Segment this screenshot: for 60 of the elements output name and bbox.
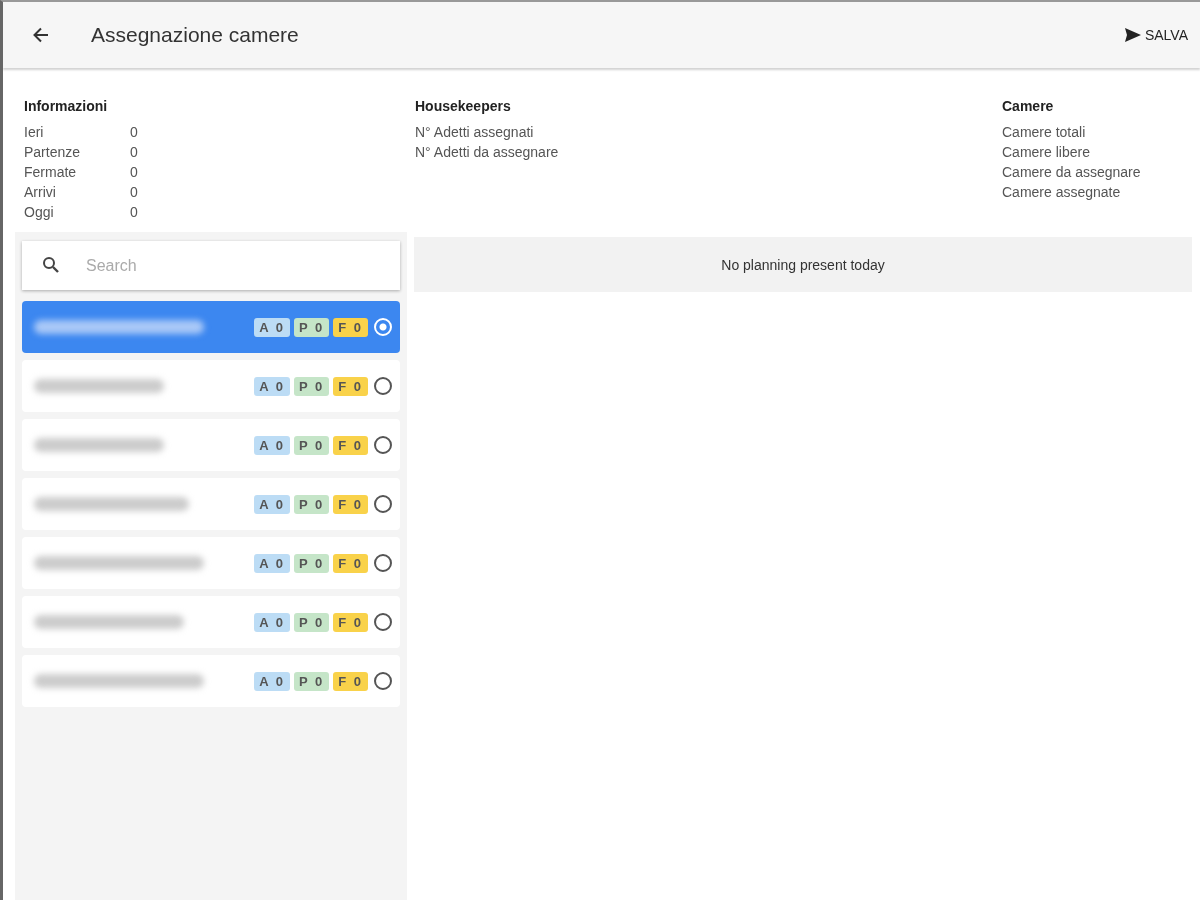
search-icon	[42, 256, 60, 274]
info-label: Camere totali	[1002, 123, 1087, 142]
count-tag: A 0	[254, 494, 290, 514]
count-tag: F 0	[333, 494, 368, 514]
count-tag: P 0	[293, 317, 330, 337]
radio-button[interactable]	[374, 613, 392, 631]
info-label: N° Adetti da assegnare	[415, 143, 560, 162]
info-label: N° Adetti assegnati	[415, 123, 535, 142]
count-tag: P 0	[293, 435, 330, 455]
count-tag: P 0	[293, 671, 330, 691]
info-value: 0	[130, 163, 138, 182]
radio-button[interactable]	[374, 554, 392, 572]
empty-message: No planning present today	[414, 237, 1192, 292]
housekeeper-item[interactable]: A 0 P 0 F 0	[22, 478, 400, 530]
radio-button[interactable]	[374, 436, 392, 454]
count-tag: F 0	[333, 612, 368, 632]
save-button[interactable]: SALVA	[1120, 23, 1192, 47]
housekeeper-item[interactable]: A 0 P 0 F 0	[22, 360, 400, 412]
housekeeper-item[interactable]: A 0 P 0 F 0	[22, 537, 400, 589]
info-label: Ieri	[24, 123, 45, 142]
info-label: Partenze	[24, 143, 82, 162]
count-tag: P 0	[293, 494, 330, 514]
housekeeper-item[interactable]: A 0 P 0 F 0	[22, 655, 400, 707]
info-label: Fermate	[24, 163, 78, 182]
count-tag: P 0	[293, 553, 330, 573]
info-label: Camere assegnate	[1002, 183, 1122, 202]
info-value: 0	[130, 183, 138, 202]
info-label: Camere da assegnare	[1002, 163, 1141, 182]
info-label: Oggi	[24, 203, 55, 222]
section-title: Camere	[1002, 97, 1055, 116]
housekeeper-item[interactable]: A 0 P 0 F 0	[22, 419, 400, 471]
info-label: Arrivi	[24, 183, 57, 202]
radio-button[interactable]	[374, 672, 392, 690]
count-tag: A 0	[254, 553, 290, 573]
info-value: 0	[130, 143, 138, 162]
send-icon	[1124, 28, 1141, 42]
housekeeper-item[interactable]: A 0 P 0 F 0	[22, 596, 400, 648]
count-tag: P 0	[293, 376, 330, 396]
count-tag: P 0	[293, 612, 330, 632]
radio-button[interactable]	[374, 377, 392, 395]
page-title: Assegnazione camere	[91, 23, 299, 47]
count-tag: F 0	[333, 376, 368, 396]
info-value: 0	[130, 123, 138, 142]
housekeeper-item[interactable]: A 0 P 0 F 0	[22, 301, 400, 353]
radio-button[interactable]	[374, 495, 392, 513]
count-tag: A 0	[254, 317, 290, 337]
count-tag: A 0	[254, 376, 290, 396]
count-tag: A 0	[254, 612, 290, 632]
search-field[interactable]: Search	[22, 241, 400, 290]
info-value: 0	[130, 203, 138, 222]
info-label: Camere libere	[1002, 143, 1091, 162]
back-arrow-icon	[31, 25, 51, 45]
count-tag: A 0	[254, 435, 290, 455]
count-tag: F 0	[333, 435, 368, 455]
count-tag: F 0	[333, 553, 368, 573]
section-title: Housekeepers	[415, 97, 512, 116]
count-tag: A 0	[254, 671, 290, 691]
section-title: Informazioni	[24, 97, 109, 116]
count-tag: F 0	[333, 317, 368, 337]
count-tag: F 0	[333, 671, 368, 691]
